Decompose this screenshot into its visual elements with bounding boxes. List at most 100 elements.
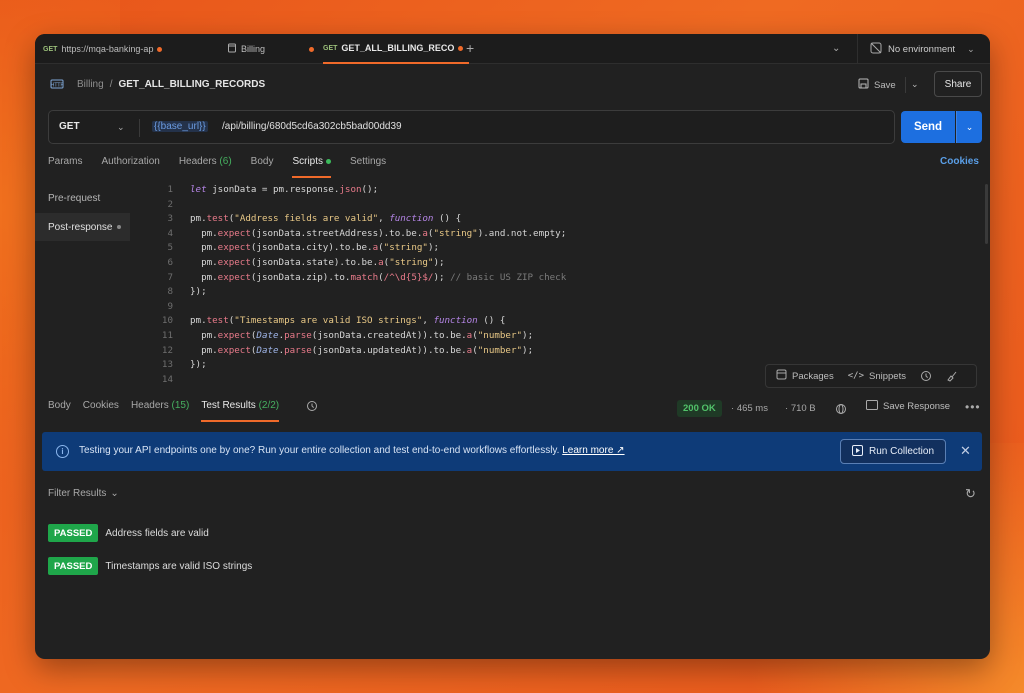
tab-label: Settings	[350, 156, 387, 167]
snippets-button[interactable]: </> Snippets	[848, 371, 906, 382]
sidebar-item-label: Pre-request	[48, 192, 101, 204]
editor-scrollbar[interactable]	[985, 184, 988, 244]
response-size-value: 710 B	[790, 403, 816, 414]
line-number: 11	[161, 330, 173, 341]
code-line: 4 pm.expect(jsonData.streetAddress).to.b…	[130, 228, 980, 243]
chevron-down-icon[interactable]: ⌄	[117, 122, 125, 133]
tab-headers[interactable]: Headers (6)	[179, 156, 232, 178]
url-input[interactable]: /api/billing/680d5cd6a302cb5bad00dd39	[222, 121, 402, 132]
send-options-button[interactable]: ⌄	[956, 111, 982, 143]
line-number: 13	[161, 359, 173, 371]
learn-more-link[interactable]: Learn more ↗	[562, 445, 624, 456]
line-number: 6	[167, 257, 173, 268]
tab-count: (6)	[219, 156, 232, 167]
snippets-toolbar: Packages </> Snippets	[765, 364, 977, 388]
send-button[interactable]: Send	[901, 111, 955, 143]
code-line: 6 pm.expect(jsonData.state).to.be.a("str…	[130, 257, 980, 272]
test-name: Address fields are valid	[105, 527, 209, 539]
line-number: 10	[161, 315, 173, 327]
chevron-down-icon: ⌄	[110, 488, 119, 499]
tab-label: Scripts	[292, 156, 324, 167]
more-options-icon[interactable]: •••	[965, 400, 981, 414]
clean-icon[interactable]	[946, 370, 958, 382]
page-title[interactable]: GET_ALL_BILLING_RECORDS	[118, 79, 265, 90]
banner-message: Testing your API endpoints one by one? R…	[79, 445, 560, 456]
packages-button[interactable]: Packages	[776, 369, 834, 383]
line-number: 3	[167, 213, 173, 225]
line-number: 12	[161, 344, 173, 356]
response-time-value: 465 ms	[736, 403, 768, 414]
share-button[interactable]: Share	[934, 71, 982, 97]
chevron-down-icon[interactable]: ⌄	[911, 79, 919, 90]
filter-label: Filter Results	[48, 488, 107, 499]
code-line: 7 pm.expect(jsonData.zip).to.match(/^\d{…	[130, 272, 980, 287]
code-line: 8});	[130, 286, 980, 301]
tab-request-1[interactable]: GET https://mqa-banking-ap	[43, 34, 163, 64]
code-line: 9	[130, 301, 980, 316]
line-number: 2	[167, 198, 173, 210]
method-select[interactable]: GET	[59, 121, 80, 132]
refresh-icon[interactable]: ↻	[965, 486, 976, 502]
tab-label: Body	[48, 400, 71, 411]
url-variable[interactable]: {{base_url}}	[152, 121, 208, 132]
tab-billing[interactable]: Billing	[227, 34, 315, 64]
close-icon[interactable]: ✕	[960, 443, 971, 459]
test-result-row: PASSED Address fields are valid	[48, 523, 209, 543]
line-number: 5	[167, 242, 173, 254]
tab-body[interactable]: Body	[251, 156, 274, 178]
code-line: 1 let jsonData = pm.response.json();	[130, 184, 980, 199]
tab-response-body[interactable]: Body	[48, 400, 71, 422]
filter-results-dropdown[interactable]: Filter Results ⌄	[48, 488, 119, 499]
tab-test-results[interactable]: Test Results (2/2)	[201, 400, 279, 422]
tab-authorization[interactable]: Authorization	[101, 156, 159, 178]
tab-scripts[interactable]: Scripts	[292, 156, 332, 178]
line-number: 7	[167, 271, 173, 283]
unsaved-dot	[458, 45, 464, 51]
new-tab-button[interactable]: +	[466, 40, 474, 56]
tab-active-request[interactable]: GET GET_ALL_BILLING_RECO	[323, 34, 470, 64]
tab-settings[interactable]: Settings	[350, 156, 386, 178]
svg-text:HTTP: HTTP	[51, 83, 64, 89]
network-icon[interactable]	[835, 403, 847, 418]
environment-selector[interactable]: No environment ⌄	[857, 34, 990, 64]
tab-params[interactable]: Params	[48, 156, 82, 178]
play-icon	[851, 444, 863, 459]
chevron-down-icon[interactable]: ⌄	[832, 43, 840, 54]
code-editor[interactable]: 1 let jsonData = pm.response.json(); 2 3p…	[130, 182, 986, 392]
breadcrumb-separator: /	[109, 79, 113, 90]
packages-label: Packages	[792, 370, 834, 382]
response-history-icon[interactable]	[306, 400, 318, 415]
save-button[interactable]: Save	[858, 73, 896, 97]
tab-label: Test Results	[201, 400, 256, 411]
scripts-sidebar: Pre-request Post-response	[35, 182, 130, 392]
status-dot	[326, 158, 332, 164]
response-size[interactable]: · 710 B	[785, 403, 816, 414]
response-time[interactable]: · 465 ms	[731, 403, 768, 414]
cookies-link[interactable]: Cookies	[940, 156, 979, 167]
history-icon[interactable]	[920, 370, 932, 382]
banner-text: Testing your API endpoints one by one? R…	[79, 445, 625, 456]
run-collection-button[interactable]: Run Collection	[840, 439, 946, 464]
save-label: Save	[874, 79, 896, 91]
status-badge[interactable]: 200 OK	[677, 400, 722, 417]
save-response-label: Save Response	[883, 401, 951, 412]
run-collection-label: Run Collection	[868, 446, 935, 457]
info-icon: i	[56, 445, 69, 458]
tab-response-headers[interactable]: Headers (15)	[131, 400, 189, 422]
test-result-row: PASSED Timestamps are valid ISO strings	[48, 556, 252, 576]
sidebar-item-post-response[interactable]: Post-response	[35, 213, 130, 241]
status-dot	[117, 225, 122, 229]
tab-method: GET	[323, 44, 338, 52]
code-line: 5 pm.expect(jsonData.city).to.be.a("stri…	[130, 242, 980, 257]
tab-response-cookies[interactable]: Cookies	[83, 400, 119, 422]
sidebar-item-pre-request[interactable]: Pre-request	[35, 184, 130, 212]
code-line: 2	[130, 199, 980, 214]
divider	[139, 119, 140, 137]
passed-badge: PASSED	[48, 557, 99, 575]
url-bar: GET ⌄ {{base_url}} /api/billing/680d5cd6…	[48, 110, 895, 144]
promo-banner: i Testing your API endpoints one by one?…	[42, 432, 982, 471]
tab-count: (15)	[171, 400, 190, 411]
tab-label: Params	[48, 156, 83, 167]
breadcrumb-parent[interactable]: Billing	[77, 79, 104, 90]
save-response-button[interactable]: Save Response	[866, 400, 950, 413]
